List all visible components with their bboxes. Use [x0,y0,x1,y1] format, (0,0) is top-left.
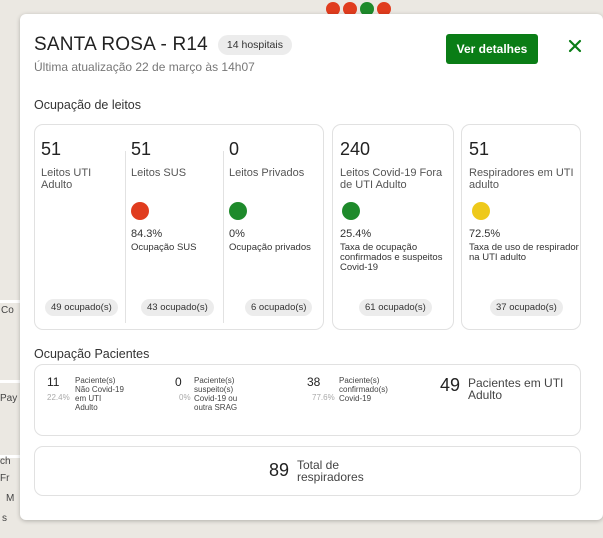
status-dot-sus [131,202,149,220]
respirators-label: Total de respiradores [297,458,364,484]
map-label: s [2,513,7,524]
pct-label: Taxa de uso de respirador na UTI adulto [469,242,579,263]
map-label: Co [1,305,14,316]
patients-pct: 77.6% [312,393,335,402]
metric-label: Leitos SUS [131,167,187,179]
metric-value: 0 [229,139,240,159]
hospitals-count-badge: 14 hospitais [217,35,292,55]
pct-value: 0% [229,228,245,240]
map-road [0,380,20,383]
patients-label: Paciente(s) Não Covid-19 em UTI Adulto [75,376,124,412]
region-info-panel: SANTA ROSA - R14 14 hospitais Última atu… [20,14,603,520]
header: SANTA ROSA - R14 14 hospitais [34,34,292,56]
patients-section-title: Ocupação Pacientes [34,347,150,361]
metric-privados: 0 Leitos Privados [229,139,324,179]
patients-pct: 22.4% [47,393,70,402]
map-label: ch [0,456,11,467]
pct-label: Taxa de ocupação confirmados e suspeitos… [340,242,443,273]
pct-value: 84.3% [131,228,163,240]
occupied-pill: 6 ocupado(s) [245,299,313,316]
last-updated: Última atualização 22 de março às 14h07 [34,60,255,74]
map-road [0,300,20,303]
metric-uti-adulto: 51 Leitos UTI Adulto [41,139,121,191]
metric-sus: 51 Leitos SUS [131,139,221,179]
metric-value: 240 [340,139,371,159]
pct-label: Ocupação SUS [131,242,197,253]
beds-card-covid: 240 Leitos Covid-19 Fora de UTI Adulto 2… [332,124,454,330]
beds-card-respiradores: 51 Respiradores em UTI adulto 72.5% Taxa… [461,124,581,330]
patients-value: 11 [47,375,60,389]
map-label: Pay [0,393,18,404]
total-uti-value: 49 [440,375,461,395]
respirators-value: 89 [269,460,290,480]
divider [125,151,126,323]
status-dot-covid [342,202,360,220]
pct-value: 72.5% [469,228,501,240]
metric-label: Leitos UTI Adulto [41,167,92,191]
pct-value: 25.4% [340,228,372,240]
status-dot-respiradores [472,202,490,220]
map-label: Fr [0,473,10,484]
patients-card: 11 22.4% Paciente(s) Não Covid-19 em UTI… [34,364,581,436]
map-label: M [6,493,15,504]
region-title: SANTA ROSA - R14 [34,34,208,55]
beds-section-title: Ocupação de leitos [34,98,142,112]
patients-value: 38 [307,375,321,389]
occupied-pill: 61 ocupado(s) [359,299,432,316]
occupied-pill: 49 ocupado(s) [45,299,118,316]
close-icon[interactable] [566,38,584,56]
beds-card-main: 51 Leitos UTI Adulto 49 ocupado(s) 51 Le… [34,124,324,330]
metric-value: 51 [131,139,152,159]
metric-covid-fora: 240 Leitos Covid-19 Fora de UTI Adulto [340,139,452,191]
divider [223,151,224,323]
patients-label: Paciente(s) suspeito(s) Covid-19 ou outr… [194,376,238,412]
respirators-card: 89 Total de respiradores [34,446,581,496]
patients-pct: 0% [179,393,191,402]
metric-label: Leitos Privados [229,167,305,179]
details-button[interactable]: Ver detalhes [446,34,538,64]
occupied-pill: 37 ocupado(s) [490,299,563,316]
metric-value: 51 [469,139,490,159]
patients-value: 0 [175,375,182,389]
metric-value: 51 [41,139,62,159]
metric-respiradores: 51 Respiradores em UTI adulto [469,139,581,191]
status-dot-privados [229,202,247,220]
patients-label: Paciente(s) confirmado(s) Covid-19 [339,376,388,403]
metric-label: Respiradores em UTI adulto [469,167,574,191]
occupied-pill: 43 ocupado(s) [141,299,214,316]
metric-label: Leitos Covid-19 Fora de UTI Adulto [340,167,443,191]
total-uti-label: Pacientes em UTI Adulto [468,376,564,402]
pct-label: Ocupação privados [229,242,311,253]
